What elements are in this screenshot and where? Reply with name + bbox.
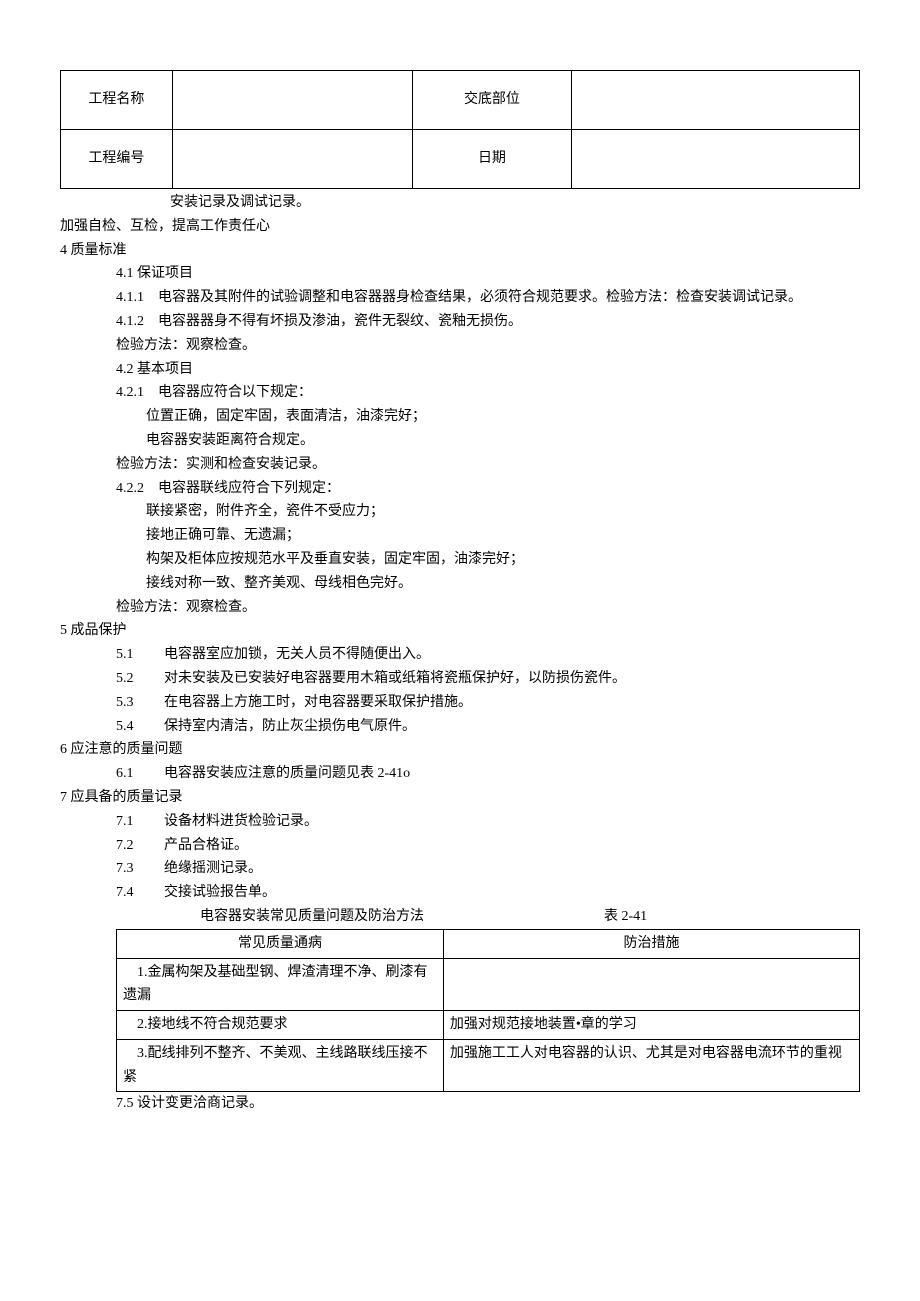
text-5-2: 对未安装及已安装好电容器要用木箱或纸箱将瓷瓶保护好，以防损伤瓷件。 <box>164 667 626 691</box>
text-4-1-1: 4.1.1 电容器及其附件的试验调整和电容器器身检查结果，必须符合规范要求。检验… <box>60 286 860 310</box>
item-5-2: 5.2 对未安装及已安装好电容器要用木箱或纸箱将瓷瓶保护好，以防损伤瓷件。 <box>60 667 860 691</box>
item-5-4: 5.4 保持室内清洁，防止灰尘损伤电气原件。 <box>60 715 860 739</box>
text-5-3: 在电容器上方施工时，对电容器要采取保护措施。 <box>164 691 472 715</box>
text-4-2-1-a: 位置正确，固定牢固，表面清洁，油漆完好； <box>60 405 860 429</box>
text-7-2: 产品合格证。 <box>164 834 248 858</box>
cell-project-no-label: 工程编号 <box>61 130 173 189</box>
cell-date-label: 日期 <box>412 130 572 189</box>
text-install-record: 安装记录及调试记录。 <box>60 191 860 215</box>
text-strengthen-check: 加强自检、互检，提高工作责任心 <box>60 215 860 239</box>
item-7-2: 7.2 产品合格证。 <box>60 834 860 858</box>
item-7-4: 7.4 交接试验报告单。 <box>60 881 860 905</box>
text-check-method-2: 检验方法：实测和检查安装记录。 <box>60 453 860 477</box>
heading-section-4: 4 质量标准 <box>60 239 860 263</box>
heading-section-7: 7 应具备的质量记录 <box>60 786 860 810</box>
qc-r1c2 <box>443 958 859 1011</box>
table-title-row: 电容器安装常见质量问题及防治方法 表 2-41 <box>60 905 860 929</box>
heading-section-6: 6 应注意的质量问题 <box>60 738 860 762</box>
num-7-2: 7.2 <box>116 834 164 858</box>
text-5-4: 保持室内清洁，防止灰尘损伤电气原件。 <box>164 715 416 739</box>
qc-r2c2: 加强对规范接地装置•章的学习 <box>443 1011 859 1040</box>
item-5-3: 5.3 在电容器上方施工时，对电容器要采取保护措施。 <box>60 691 860 715</box>
text-5-1: 电容器室应加锁，无关人员不得随便出入。 <box>164 643 430 667</box>
num-6-1: 6.1 <box>116 762 164 786</box>
table-row: 3.配线排列不整齐、不美观、主线路联线压接不紧 加强施工工人对电容器的认识、尤其… <box>117 1039 860 1092</box>
text-4-2-2-a: 联接紧密，附件齐全，瓷件不受应力； <box>60 500 860 524</box>
num-7-1: 7.1 <box>116 810 164 834</box>
table-title-text: 电容器安装常见质量问题及防治方法 <box>200 905 424 929</box>
num-5-3: 5.3 <box>116 691 164 715</box>
cell-date-value <box>572 130 860 189</box>
text-check-method-1: 检验方法：观察检查。 <box>60 334 860 358</box>
text-4-1: 4.1 保证项目 <box>60 262 860 286</box>
qc-r1c1: 1.金属构架及基础型钢、焊渣清理不净、刷漆有遗漏 <box>117 958 444 1011</box>
heading-section-5: 5 成品保护 <box>60 619 860 643</box>
cell-disclosure-part-label: 交底部位 <box>412 71 572 130</box>
text-7-3: 绝缘摇测记录。 <box>164 857 262 881</box>
cell-project-no-value <box>172 130 412 189</box>
table-row: 2.接地线不符合规范要求 加强对规范接地装置•章的学习 <box>117 1011 860 1040</box>
item-7-1: 7.1 设备材料进货检验记录。 <box>60 810 860 834</box>
text-4-2-2-b: 接地正确可靠、无遗漏； <box>60 524 860 548</box>
qc-r2c1: 2.接地线不符合规范要求 <box>117 1011 444 1040</box>
qc-header-1: 常见质量通病 <box>117 929 444 958</box>
text-4-2-2: 4.2.2 电容器联线应符合下列规定： <box>60 477 860 501</box>
text-6-1: 电容器安装应注意的质量问题见表 2-41o <box>164 762 410 786</box>
num-5-4: 5.4 <box>116 715 164 739</box>
qc-r3c2: 加强施工工人对电容器的认识、尤其是对电容器电流环节的重视 <box>443 1039 859 1092</box>
item-5-1: 5.1 电容器室应加锁，无关人员不得随便出入。 <box>60 643 860 667</box>
num-7-3: 7.3 <box>116 857 164 881</box>
cell-disclosure-part-value <box>572 71 860 130</box>
quality-issues-table: 常见质量通病 防治措施 1.金属构架及基础型钢、焊渣清理不净、刷漆有遗漏 2.接… <box>116 929 860 1093</box>
cell-project-name-value <box>172 71 412 130</box>
num-7-4: 7.4 <box>116 881 164 905</box>
text-4-2: 4.2 基本项目 <box>60 358 860 382</box>
item-6-1: 6.1 电容器安装应注意的质量问题见表 2-41o <box>60 762 860 786</box>
text-4-2-1-b: 电容器安装距离符合规定。 <box>60 429 860 453</box>
text-4-2-1: 4.2.1 电容器应符合以下规定： <box>60 381 860 405</box>
text-4-2-2-c: 构架及柜体应按规范水平及垂直安装，固定牢固，油漆完好； <box>60 548 860 572</box>
cell-project-name-label: 工程名称 <box>61 71 173 130</box>
num-5-2: 5.2 <box>116 667 164 691</box>
num-5-1: 5.1 <box>116 643 164 667</box>
text-7-1: 设备材料进货检验记录。 <box>164 810 318 834</box>
table-number: 表 2-41 <box>604 905 647 929</box>
qc-r3c1: 3.配线排列不整齐、不美观、主线路联线压接不紧 <box>117 1039 444 1092</box>
text-4-2-2-d: 接线对称一致、整齐美观、母线相色完好。 <box>60 572 860 596</box>
table-row: 1.金属构架及基础型钢、焊渣清理不净、刷漆有遗漏 <box>117 958 860 1011</box>
qc-header-2: 防治措施 <box>443 929 859 958</box>
text-7-5: 7.5 设计变更洽商记录。 <box>60 1092 860 1116</box>
item-7-3: 7.3 绝缘摇测记录。 <box>60 857 860 881</box>
header-table: 工程名称 交底部位 工程编号 日期 <box>60 70 860 189</box>
text-check-method-3: 检验方法：观察检查。 <box>60 596 860 620</box>
text-4-1-2: 4.1.2 电容器器身不得有坏损及渗油，瓷件无裂纹、瓷釉无损伤。 <box>60 310 860 334</box>
text-7-4: 交接试验报告单。 <box>164 881 276 905</box>
